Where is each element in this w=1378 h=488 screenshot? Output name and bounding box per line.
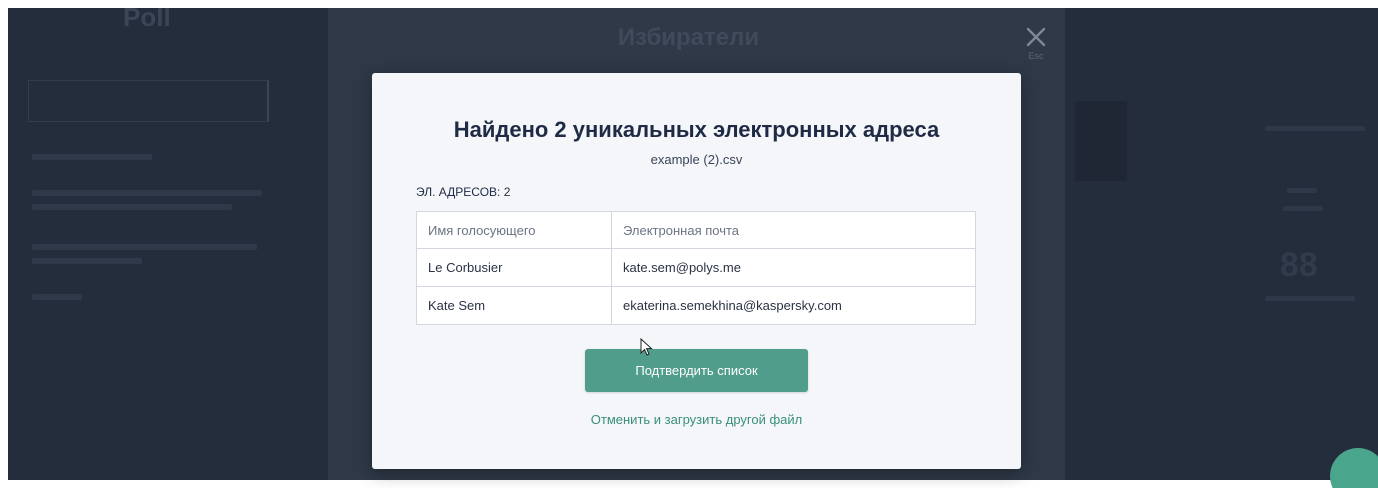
- background-text-line: [1283, 206, 1323, 211]
- table-row: Le Corbusier kate.sem@polys.me: [416, 248, 976, 287]
- background-text-line: [32, 294, 82, 300]
- background-text-line: [32, 204, 232, 210]
- column-header-email: Электронная почта: [611, 211, 976, 249]
- dialog-title: Найдено 2 уникальных электронных адреса: [453, 117, 940, 142]
- background-text-line: [32, 154, 152, 160]
- close-hint: Esc: [1028, 51, 1044, 61]
- voter-name-cell: Kate Sem: [416, 286, 612, 325]
- background-right-panel: 88: [1065, 8, 1378, 480]
- background-text-line: [32, 258, 142, 264]
- background-page-title: Избиратели: [617, 24, 760, 51]
- background-number: 88: [1280, 246, 1318, 284]
- column-header-name: Имя голосующего: [416, 211, 612, 249]
- voter-email-cell: ekaterina.semekhina@kaspersky.com: [611, 286, 976, 325]
- background-input: [28, 80, 269, 122]
- background-text-line: [32, 190, 262, 196]
- close-button[interactable]: Esc: [1022, 26, 1050, 66]
- background-logo: Poll: [123, 8, 171, 32]
- background-sidebar: Poll: [8, 8, 328, 480]
- voter-email-cell: kate.sem@polys.me: [611, 248, 976, 287]
- table-header-row: Имя голосующего Электронная почта: [416, 211, 976, 249]
- background-text-line: [1265, 126, 1365, 131]
- voters-table: Имя голосующего Электронная почта Le Cor…: [416, 211, 976, 325]
- background-text-line: [1287, 188, 1317, 193]
- mouse-pointer-icon: [640, 338, 653, 356]
- table-row: Kate Sem ekaterina.semekhina@kaspersky.c…: [416, 286, 976, 325]
- email-count-label: ЭЛ. АДРЕСОВ: 2: [416, 185, 511, 199]
- background-text-line: [32, 244, 257, 250]
- confirm-list-button[interactable]: Подтвердить список: [585, 349, 808, 392]
- background-block: [1075, 101, 1127, 181]
- screen: Poll 88 Избиратели Esc Найдено 2 уникаль…: [0, 0, 1378, 488]
- import-confirm-dialog: Найдено 2 уникальных электронных адреса …: [372, 73, 1021, 469]
- close-icon[interactable]: [1022, 26, 1050, 50]
- file-name: example (2).csv: [650, 152, 743, 167]
- cancel-upload-link[interactable]: Отменить и загрузить другой файл: [372, 412, 1021, 427]
- background-text-line: [1265, 296, 1355, 301]
- voter-name-cell: Le Corbusier: [416, 248, 612, 287]
